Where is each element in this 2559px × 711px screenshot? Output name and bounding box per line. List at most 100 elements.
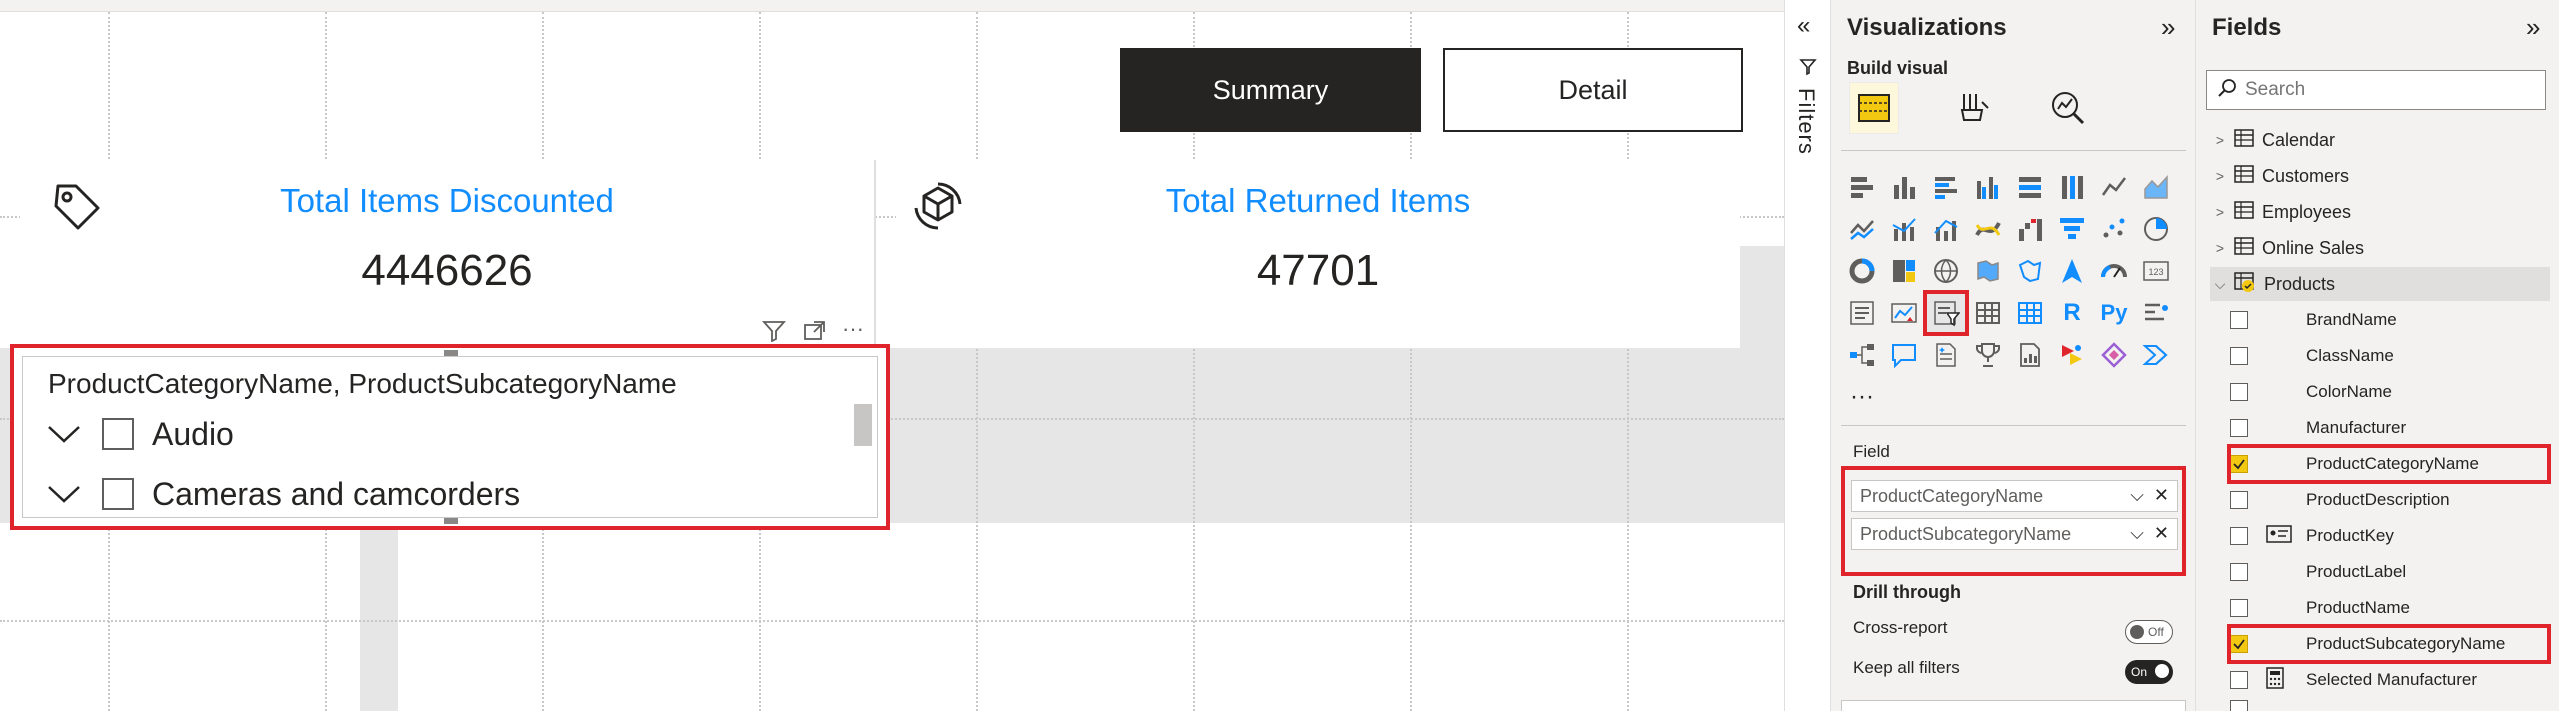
- gauge-icon[interactable]: [2093, 250, 2135, 292]
- slicer-checkbox[interactable]: [102, 478, 134, 510]
- azure-map-icon[interactable]: [2051, 250, 2093, 292]
- table-visual-icon[interactable]: [1967, 292, 2009, 334]
- waterfall-icon[interactable]: [2009, 208, 2051, 250]
- field-productkey[interactable]: ProductKey: [2230, 519, 2548, 553]
- scatter-chart-icon[interactable]: [2093, 208, 2135, 250]
- field-checkbox[interactable]: [2230, 311, 2248, 329]
- treemap-icon[interactable]: [1883, 250, 1925, 292]
- field-checkbox[interactable]: [2230, 419, 2248, 437]
- table-products[interactable]: ⌵ Products: [2210, 267, 2550, 301]
- field-well-item[interactable]: ProductSubcategoryName ⌵ ✕: [1851, 518, 2178, 550]
- chevron-down-icon[interactable]: ⌵: [2130, 485, 2144, 506]
- chevron-down-icon[interactable]: [44, 484, 84, 504]
- paginated-report-icon[interactable]: [2009, 334, 2051, 376]
- donut-chart-icon[interactable]: [1841, 250, 1883, 292]
- slicer-icon[interactable]: [1923, 290, 1969, 336]
- field-checkbox-checked[interactable]: [2230, 635, 2248, 653]
- field-productcategoryname[interactable]: ProductCategoryName: [2227, 444, 2551, 484]
- search-input[interactable]: [2245, 79, 2535, 101]
- field-checkbox[interactable]: [2230, 491, 2248, 509]
- field-productdescription[interactable]: ProductDescription: [2230, 483, 2548, 517]
- field-checkbox[interactable]: [2230, 347, 2248, 365]
- field-checkbox[interactable]: [2230, 599, 2248, 617]
- chevron-down-icon[interactable]: [44, 424, 84, 444]
- remove-field-icon[interactable]: ✕: [2154, 523, 2169, 544]
- filters-pane-collapsed[interactable]: « Filters: [1784, 0, 1830, 711]
- detail-button[interactable]: Detail: [1443, 48, 1743, 132]
- field-productname[interactable]: ProductName: [2230, 591, 2548, 625]
- area-chart-icon[interactable]: [2135, 166, 2177, 208]
- funnel-icon[interactable]: [2051, 208, 2093, 250]
- cross-report-toggle[interactable]: Off: [2125, 620, 2173, 644]
- kpi-card-returned[interactable]: Total Returned Items 47701: [896, 160, 1740, 348]
- build-visual-tab[interactable]: [1849, 82, 1899, 134]
- chevron-right-icon[interactable]: >: [2210, 132, 2230, 148]
- multi-row-card-icon[interactable]: [1841, 292, 1883, 334]
- 100-stacked-column-icon[interactable]: [2051, 166, 2093, 208]
- keep-filters-toggle[interactable]: On: [2125, 660, 2173, 684]
- field-productsubcategoryname[interactable]: ProductSubcategoryName: [2227, 624, 2551, 664]
- kpi-icon[interactable]: [1883, 292, 1925, 334]
- chevron-down-icon[interactable]: ⌵: [2130, 523, 2144, 544]
- filters-label[interactable]: Filters: [1793, 88, 1819, 155]
- format-visual-tab[interactable]: [1949, 82, 1999, 134]
- clustered-bar-icon[interactable]: [1925, 166, 1967, 208]
- collapse-visualizations-icon[interactable]: »: [2161, 12, 2175, 43]
- table-calendar[interactable]: > Calendar: [2210, 123, 2550, 157]
- chevron-right-icon[interactable]: >: [2210, 204, 2230, 220]
- field-selected-manufacturer[interactable]: Selected Manufacturer: [2230, 663, 2548, 697]
- line-chart-icon[interactable]: [2093, 166, 2135, 208]
- field-classname[interactable]: ClassName: [2230, 339, 2548, 373]
- field-checkbox[interactable]: [2230, 527, 2248, 545]
- field-checkbox[interactable]: [2230, 563, 2248, 581]
- chevron-right-icon[interactable]: >: [2210, 168, 2230, 184]
- field-checkbox-partial[interactable]: [2230, 700, 2248, 711]
- remove-field-icon[interactable]: ✕: [2154, 485, 2169, 506]
- table-customers[interactable]: > Customers: [2210, 159, 2550, 193]
- card-visual-icon[interactable]: 123: [2135, 250, 2177, 292]
- expand-filters-icon[interactable]: «: [1797, 12, 1810, 40]
- slicer-item[interactable]: Audio: [44, 412, 234, 456]
- shape-map-icon[interactable]: [2009, 250, 2051, 292]
- power-automate-icon[interactable]: [2093, 334, 2135, 376]
- map-icon[interactable]: [1925, 250, 1967, 292]
- ribbon-chart-icon[interactable]: [1967, 208, 2009, 250]
- field-checkbox[interactable]: [2230, 671, 2248, 689]
- fields-search-box[interactable]: [2206, 70, 2546, 110]
- power-automate-flow-icon[interactable]: [2135, 334, 2177, 376]
- field-checkbox-checked[interactable]: [2230, 455, 2248, 473]
- line-clustered-column-icon[interactable]: [1925, 208, 1967, 250]
- filled-map-icon[interactable]: [1967, 250, 2009, 292]
- slicer-scrollbar[interactable]: [854, 404, 872, 446]
- hierarchy-slicer[interactable]: ProductCategoryName, ProductSubcategoryN…: [10, 344, 890, 530]
- slicer-checkbox[interactable]: [102, 418, 134, 450]
- key-influencers-icon[interactable]: [2135, 292, 2177, 334]
- field-checkbox[interactable]: [2230, 383, 2248, 401]
- python-visual-icon[interactable]: Py: [2093, 292, 2135, 334]
- field-manufacturer[interactable]: Manufacturer: [2230, 411, 2548, 445]
- pie-chart-icon[interactable]: [2135, 208, 2177, 250]
- chevron-right-icon[interactable]: >: [2210, 240, 2230, 256]
- stacked-bar-icon[interactable]: [1841, 166, 1883, 208]
- clustered-column-icon[interactable]: [1967, 166, 2009, 208]
- matrix-icon[interactable]: [2009, 292, 2051, 334]
- stacked-area-icon[interactable]: [1841, 208, 1883, 250]
- analytics-tab[interactable]: [2043, 82, 2093, 134]
- slicer-item[interactable]: Cameras and camcorders: [44, 472, 520, 516]
- kpi-card-discounted[interactable]: Total Items Discounted 4446626: [20, 160, 876, 348]
- 100-stacked-bar-icon[interactable]: [2009, 166, 2051, 208]
- collapse-fields-icon[interactable]: »: [2526, 12, 2540, 43]
- power-apps-icon[interactable]: [2051, 334, 2093, 376]
- drill-through-well[interactable]: [1841, 700, 2186, 711]
- chevron-down-icon[interactable]: ⌵: [2210, 276, 2230, 293]
- decomposition-tree-icon[interactable]: [1841, 334, 1883, 376]
- field-productlabel[interactable]: ProductLabel: [2230, 555, 2548, 589]
- stacked-column-icon[interactable]: [1883, 166, 1925, 208]
- field-well-item[interactable]: ProductCategoryName ⌵ ✕: [1851, 480, 2178, 512]
- summary-button[interactable]: Summary: [1120, 48, 1421, 132]
- r-visual-icon[interactable]: R: [2051, 292, 2093, 334]
- resize-handle[interactable]: [444, 350, 458, 356]
- field-brandname[interactable]: BrandName: [2230, 303, 2548, 337]
- metrics-icon[interactable]: [1967, 334, 2009, 376]
- field-colorname[interactable]: ColorName: [2230, 375, 2548, 409]
